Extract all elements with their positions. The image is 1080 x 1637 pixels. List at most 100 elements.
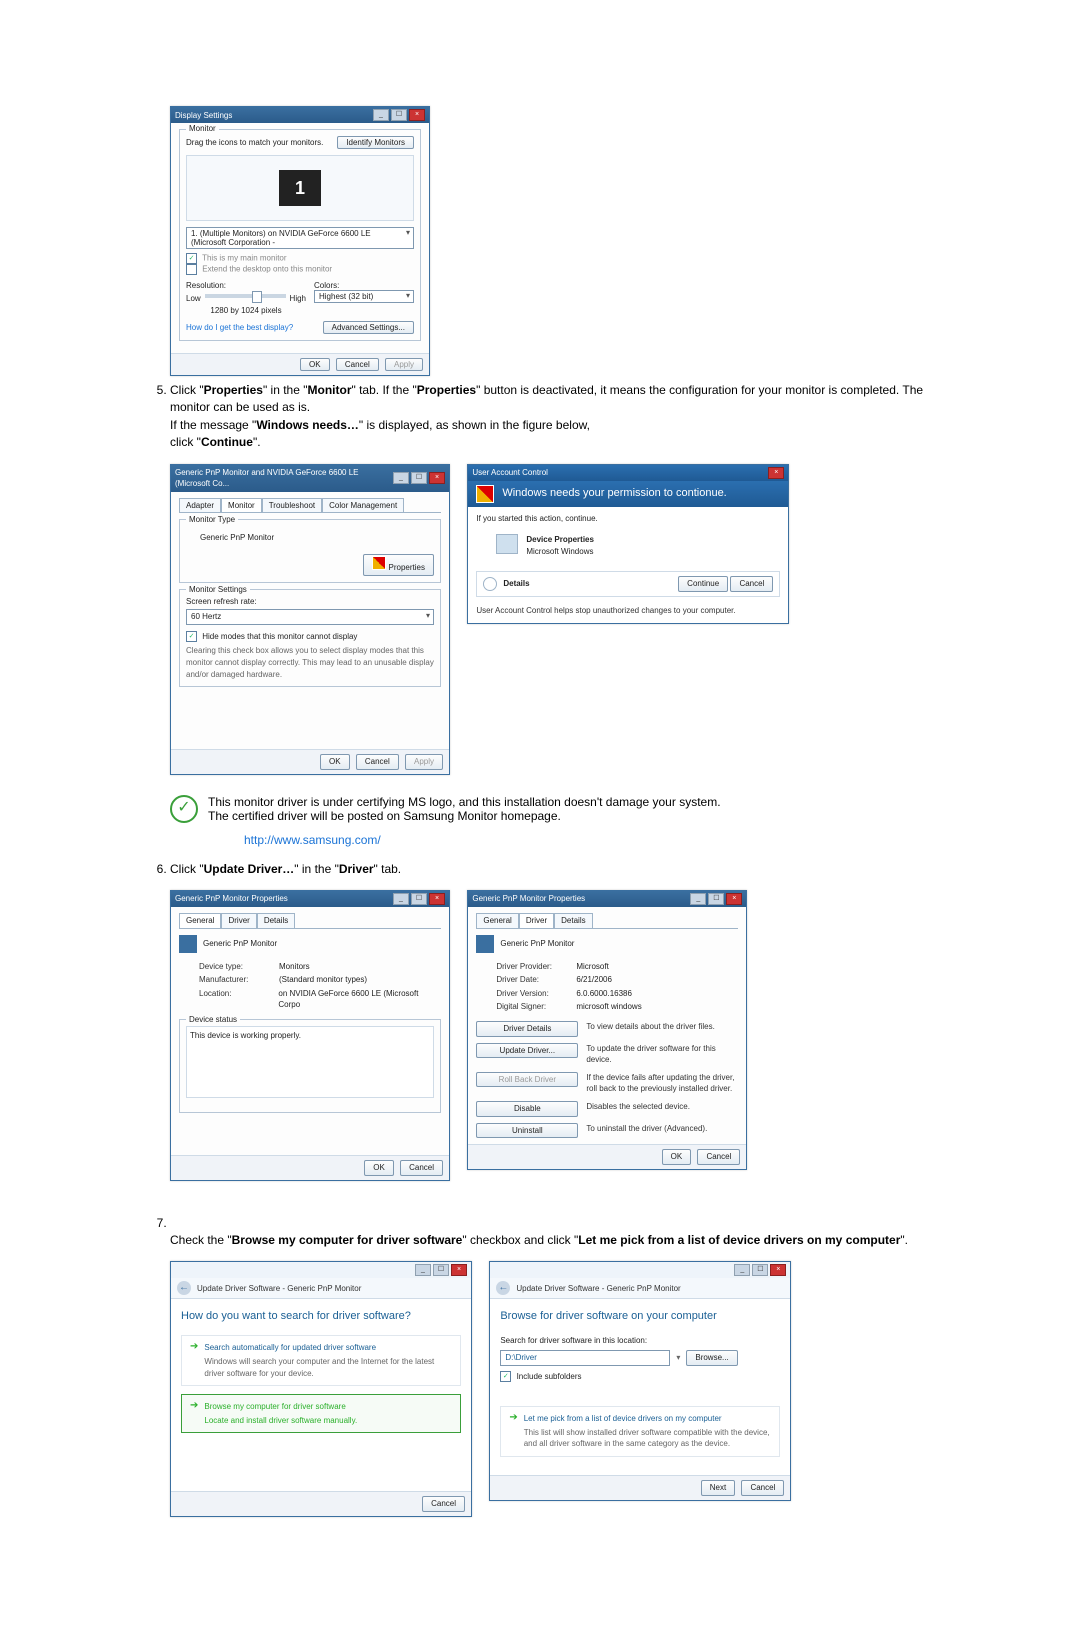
option-search-auto[interactable]: ➔ Search automatically for updated drive…	[181, 1335, 461, 1386]
minimize-icon[interactable]: _	[734, 1264, 750, 1276]
ok-button[interactable]: OK	[364, 1160, 394, 1176]
include-subfolders-checkbox[interactable]: ✓	[500, 1371, 511, 1382]
cancel-button[interactable]: Cancel	[336, 358, 379, 371]
option-browse-computer[interactable]: ➔ Browse my computer for driver software…	[181, 1394, 461, 1433]
maximize-icon[interactable]: ☐	[411, 893, 427, 905]
uac-footer: User Account Control helps stop unauthor…	[476, 605, 780, 617]
ok-button[interactable]: OK	[662, 1149, 692, 1165]
ok-button[interactable]: OK	[300, 358, 330, 371]
tab-details[interactable]: Details	[257, 913, 295, 928]
tab-driver[interactable]: Driver	[221, 913, 256, 928]
resolution-label: Resolution:	[186, 281, 306, 290]
tab-troubleshoot[interactable]: Troubleshoot	[262, 498, 322, 513]
monitor-icon	[476, 935, 494, 953]
window-controls[interactable]: _ ☐ ×	[415, 1264, 467, 1276]
app-icon	[496, 534, 518, 554]
samsung-homepage-link[interactable]: http://www.samsung.com/	[244, 833, 381, 847]
tab-driver[interactable]: Driver	[519, 913, 554, 928]
maximize-icon[interactable]: ☐	[708, 893, 724, 905]
shield-icon	[476, 485, 494, 503]
option-let-me-pick[interactable]: ➔ Let me pick from a list of device driv…	[500, 1406, 780, 1457]
close-icon[interactable]: ×	[770, 1264, 786, 1276]
back-icon[interactable]: ←	[496, 1281, 510, 1295]
close-icon[interactable]: ×	[451, 1264, 467, 1276]
window-controls[interactable]: _ ☐ ×	[393, 472, 445, 484]
close-icon[interactable]: ×	[429, 472, 445, 484]
minimize-icon[interactable]: _	[690, 893, 706, 905]
back-icon[interactable]: ←	[177, 1281, 191, 1295]
monitor-type-value: Generic PnP Monitor	[200, 532, 434, 544]
close-icon[interactable]: ×	[768, 467, 784, 479]
refresh-rate-select[interactable]: 60 Hertz	[186, 609, 434, 625]
tab-adapter[interactable]: Adapter	[179, 498, 221, 513]
device-header: Generic PnP Monitor	[500, 938, 574, 950]
certification-note: ✓ This monitor driver is under certifyin…	[170, 795, 940, 847]
step-6: Click "Update Driver…" in the "Driver" t…	[170, 861, 940, 1187]
resolution-slider[interactable]	[205, 294, 286, 298]
update-driver-button[interactable]: Update Driver...	[476, 1043, 578, 1059]
close-icon[interactable]: ×	[726, 893, 742, 905]
ok-button[interactable]: OK	[320, 754, 350, 770]
tab-monitor[interactable]: Monitor	[221, 498, 262, 513]
identify-monitors-button[interactable]: Identify Monitors	[337, 136, 414, 149]
continue-button[interactable]: Continue	[678, 576, 728, 592]
details-expand[interactable]: Details	[503, 578, 529, 590]
disable-button[interactable]: Disable	[476, 1101, 578, 1117]
status-textarea: This device is working properly.	[186, 1026, 434, 1098]
browse-button[interactable]: Browse...	[686, 1350, 737, 1366]
device-status-legend: Device status	[186, 1014, 240, 1026]
monitor-type-legend: Monitor Type	[186, 514, 238, 526]
path-input[interactable]: D:\Driver	[500, 1350, 670, 1366]
uninstall-button[interactable]: Uninstall	[476, 1123, 578, 1139]
monitor-settings-legend: Monitor Settings	[186, 584, 250, 596]
window-controls[interactable]: _ ☐ ×	[393, 893, 445, 905]
minimize-icon[interactable]: _	[393, 472, 409, 484]
best-display-help-link[interactable]: How do I get the best display?	[186, 323, 293, 332]
hide-modes-checkbox[interactable]: ✓	[186, 631, 197, 642]
apply-button[interactable]: Apply	[385, 358, 423, 371]
properties-button[interactable]: Properties	[363, 554, 434, 576]
window-controls[interactable]: _ ☐ ×	[690, 893, 742, 905]
minimize-icon[interactable]: _	[393, 893, 409, 905]
colors-select[interactable]: Highest (32 bit)	[314, 290, 414, 303]
window-title: Display Settings	[175, 111, 232, 120]
maximize-icon[interactable]: ☐	[391, 109, 407, 121]
close-icon[interactable]: ×	[429, 893, 445, 905]
minimize-icon[interactable]: _	[415, 1264, 431, 1276]
chevron-down-icon[interactable]	[483, 577, 497, 591]
extend-desktop-label: Extend the desktop onto this monitor	[202, 265, 332, 274]
rollback-driver-button[interactable]: Roll Back Driver	[476, 1072, 578, 1088]
window-controls[interactable]: ×	[768, 467, 784, 479]
uac-banner-text: Windows needs your permission to contion…	[502, 486, 726, 502]
tab-details[interactable]: Details	[554, 913, 592, 928]
next-button[interactable]: Next	[701, 1480, 735, 1496]
maximize-icon[interactable]: ☐	[752, 1264, 768, 1276]
slider-high-label: High	[290, 294, 306, 303]
wizard-question: How do you want to search for driver sof…	[181, 1309, 461, 1325]
driver-details-button[interactable]: Driver Details	[476, 1021, 578, 1037]
minimize-icon[interactable]: _	[373, 109, 389, 121]
cancel-button[interactable]: Cancel	[356, 754, 399, 770]
display-select[interactable]: 1. (Multiple Monitors) on NVIDIA GeForce…	[186, 227, 414, 249]
close-icon[interactable]: ×	[409, 109, 425, 121]
tab-color-management[interactable]: Color Management	[322, 498, 404, 513]
arrow-icon: ➔	[190, 1401, 198, 1411]
cancel-button[interactable]: Cancel	[400, 1160, 443, 1176]
tab-general[interactable]: General	[179, 913, 221, 928]
cancel-button[interactable]: Cancel	[741, 1480, 784, 1496]
cancel-button[interactable]: Cancel	[422, 1496, 465, 1512]
cancel-button[interactable]: Cancel	[697, 1149, 740, 1165]
maximize-icon[interactable]: ☐	[411, 472, 427, 484]
maximize-icon[interactable]: ☐	[433, 1264, 449, 1276]
apply-button[interactable]: Apply	[405, 754, 443, 770]
extend-desktop-checkbox[interactable]	[186, 264, 197, 275]
monitor-thumbnail[interactable]: 1	[279, 170, 321, 206]
main-monitor-checkbox[interactable]: ✓	[186, 253, 197, 264]
window-controls[interactable]: _ ☐ ×	[373, 109, 425, 121]
check-icon: ✓	[170, 795, 198, 823]
advanced-settings-button[interactable]: Advanced Settings...	[323, 321, 414, 334]
window-controls[interactable]: _ ☐ ×	[734, 1264, 786, 1276]
colors-label: Colors:	[314, 281, 414, 290]
tab-general[interactable]: General	[476, 913, 518, 928]
cancel-button[interactable]: Cancel	[730, 576, 773, 592]
